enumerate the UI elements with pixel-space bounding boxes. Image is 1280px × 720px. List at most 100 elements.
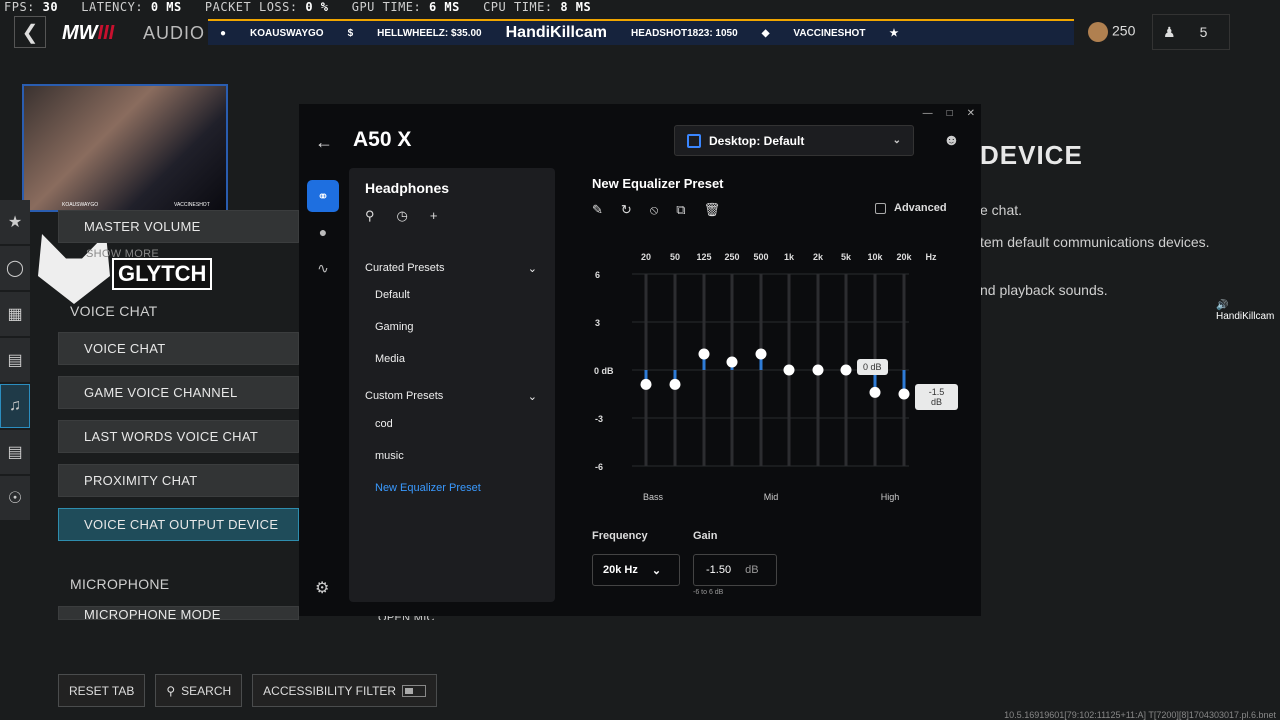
- right-panel-title: DEVICE: [980, 140, 1083, 170]
- description-line: e chat.: [980, 202, 1023, 218]
- voice-chat-button[interactable]: VOICE CHAT: [58, 332, 299, 365]
- star-icon: ★: [889, 27, 899, 39]
- slider-knob[interactable]: [640, 378, 652, 390]
- slider-knob[interactable]: [755, 348, 767, 360]
- slider-knob[interactable]: [783, 364, 795, 376]
- freq-tick-label: 20k: [896, 252, 912, 262]
- description-line: tem default communications devices.: [980, 234, 1210, 250]
- freq-tick-label: 2k: [813, 252, 824, 262]
- search-icon: ⚲: [166, 683, 176, 698]
- ghub-window: — □ ✕ ← A50 X Desktop: Default ⌄ ☻ ⚭ ● ∿…: [299, 104, 981, 616]
- cam-label: VACCINESHOT: [174, 202, 210, 208]
- party-count: 5: [1199, 24, 1208, 40]
- hz-unit-label: Hz: [926, 252, 937, 262]
- freq-tick-label: 50: [670, 252, 680, 262]
- nav-mouse-icon[interactable]: ◯: [0, 246, 30, 290]
- bottom-bar: RESET TAB ⚲ SEARCH ACCESSIBILITY FILTER: [58, 674, 438, 707]
- nav-interface-icon[interactable]: ▤: [0, 430, 30, 474]
- stream-ticker: ● KOAUSWAYGO $ HELLWHEELZ: $35.00 HandiK…: [208, 19, 1074, 45]
- voice-output-device-button[interactable]: VOICE CHAT OUTPUT DEVICE: [58, 508, 299, 541]
- accessibility-filter-button[interactable]: ACCESSIBILITY FILTER: [252, 674, 438, 707]
- frequency-label: Frequency: [592, 530, 648, 542]
- currency: 250: [1088, 22, 1135, 42]
- band-range-label: High: [881, 492, 900, 502]
- freq-tick-label: 125: [696, 252, 711, 262]
- frequency-dropdown[interactable]: 20k Hz ⌄: [592, 554, 680, 586]
- db-tick-label: -6: [595, 462, 603, 472]
- webcam-overlay: KOAUSWAYGO VACCINESHOT: [22, 84, 228, 212]
- nav-network-icon[interactable]: ☉: [0, 476, 30, 520]
- party-button[interactable]: ♟ 5: [1152, 14, 1230, 50]
- active-tooltip: -1.5 dB: [915, 384, 958, 410]
- band-range-label: Mid: [764, 492, 779, 502]
- speaker-name: HandiKillcam: [1216, 311, 1275, 322]
- slider-knob[interactable]: [698, 348, 710, 360]
- last-words-button[interactable]: LAST WORDS VOICE CHAT: [58, 420, 299, 453]
- gain-input[interactable]: -1.50 dB: [693, 554, 777, 586]
- latency-value: 0 MS: [150, 0, 182, 14]
- slider-knob[interactable]: [726, 356, 738, 368]
- brand-overlay: GLYTCH: [34, 234, 213, 304]
- mic-mode-button[interactable]: MICROPHONE MODE: [58, 606, 299, 620]
- ticker-item: HELLWHEELZ: $35.00: [377, 27, 482, 39]
- chevron-left-icon: ❮: [21, 21, 39, 44]
- performance-stats: FPS: 30 LATENCY: 0 MS PACKET LOSS: 0 % G…: [4, 0, 591, 14]
- gain-label: Gain: [693, 530, 718, 542]
- section-title: AUDIO: [143, 23, 206, 43]
- game-back-button[interactable]: ❮: [14, 16, 46, 48]
- nav-controller-icon[interactable]: ▦: [0, 292, 30, 336]
- freq-tick-label: 10k: [867, 252, 883, 262]
- hover-tooltip: 0 dB: [857, 359, 888, 375]
- db-tick-label: -3: [595, 414, 603, 424]
- game-side-nav: ★ ◯ ▦ ▤ ♫ ▤ ☉: [0, 200, 30, 522]
- slider-knob[interactable]: [840, 364, 852, 376]
- freq-tick-label: 250: [724, 252, 739, 262]
- packet-loss-label: PACKET LOSS:: [204, 0, 298, 14]
- master-volume-button[interactable]: MASTER VOLUME: [58, 210, 299, 243]
- packet-loss-value: 0 %: [305, 0, 329, 14]
- description-line: nd playback sounds.: [980, 282, 1108, 298]
- toggle-switch[interactable]: [402, 684, 427, 697]
- latency-label: LATENCY:: [81, 0, 144, 14]
- slider-knob[interactable]: [812, 364, 824, 376]
- slider-knob[interactable]: [669, 378, 681, 390]
- game-logo: MWIII: [62, 22, 115, 44]
- fox-logo-icon: [38, 234, 110, 304]
- coin-count: 250: [1112, 22, 1136, 39]
- chevron-down-icon: ⌄: [651, 564, 662, 577]
- nav-star-icon[interactable]: ★: [0, 200, 30, 244]
- slider-knob[interactable]: [869, 386, 881, 398]
- fps-value: 30: [42, 0, 59, 14]
- drop-icon: ◆: [761, 27, 770, 39]
- freq-tick-label: 1k: [784, 252, 795, 262]
- db-tick-label: 3: [595, 318, 600, 328]
- coin-icon: [1088, 22, 1108, 42]
- proximity-chat-button[interactable]: PROXIMITY CHAT: [58, 464, 299, 497]
- user-icon: ●: [220, 27, 227, 39]
- nav-graphics-icon[interactable]: ▤: [0, 338, 30, 382]
- nav-audio-icon[interactable]: ♫: [0, 384, 30, 428]
- speaker-icon: 🔊: [1216, 300, 1229, 311]
- cpu-label: CPU TIME:: [483, 0, 553, 14]
- ticker-item: KOAUSWAYGO: [250, 27, 324, 39]
- brand-text: GLYTCH: [112, 258, 213, 290]
- ticker-item: HandiKillcam: [505, 24, 607, 41]
- freq-tick-label: 20: [641, 252, 651, 262]
- gpu-label: GPU TIME:: [351, 0, 422, 14]
- show-more-link[interactable]: SHOW MORE: [86, 248, 159, 260]
- slider-knob[interactable]: [898, 388, 910, 400]
- game-voice-channel-button[interactable]: GAME VOICE CHANNEL: [58, 376, 299, 409]
- dollar-icon: $: [347, 27, 354, 39]
- gpu-value: 6 MS: [428, 0, 460, 14]
- microphone-header: MICROPHONE: [70, 576, 170, 592]
- search-button[interactable]: ⚲ SEARCH: [155, 674, 243, 707]
- version-string: 10.5.16919601[79:102:11125+11:A] T[7200]…: [1004, 710, 1276, 720]
- reset-tab-button[interactable]: RESET TAB: [58, 674, 146, 707]
- db-tick-label: 6: [595, 270, 600, 280]
- ticker-item: VACCINESHOT: [793, 27, 866, 39]
- gain-range-hint: -6 to 6 dB: [693, 589, 724, 596]
- db-tick-label: 0 dB: [594, 366, 614, 376]
- cam-label: KOAUSWAYGO: [62, 202, 99, 208]
- voice-chat-header: VOICE CHAT: [70, 303, 158, 319]
- speaking-indicator: 🔊HandiKillcam: [1216, 300, 1280, 322]
